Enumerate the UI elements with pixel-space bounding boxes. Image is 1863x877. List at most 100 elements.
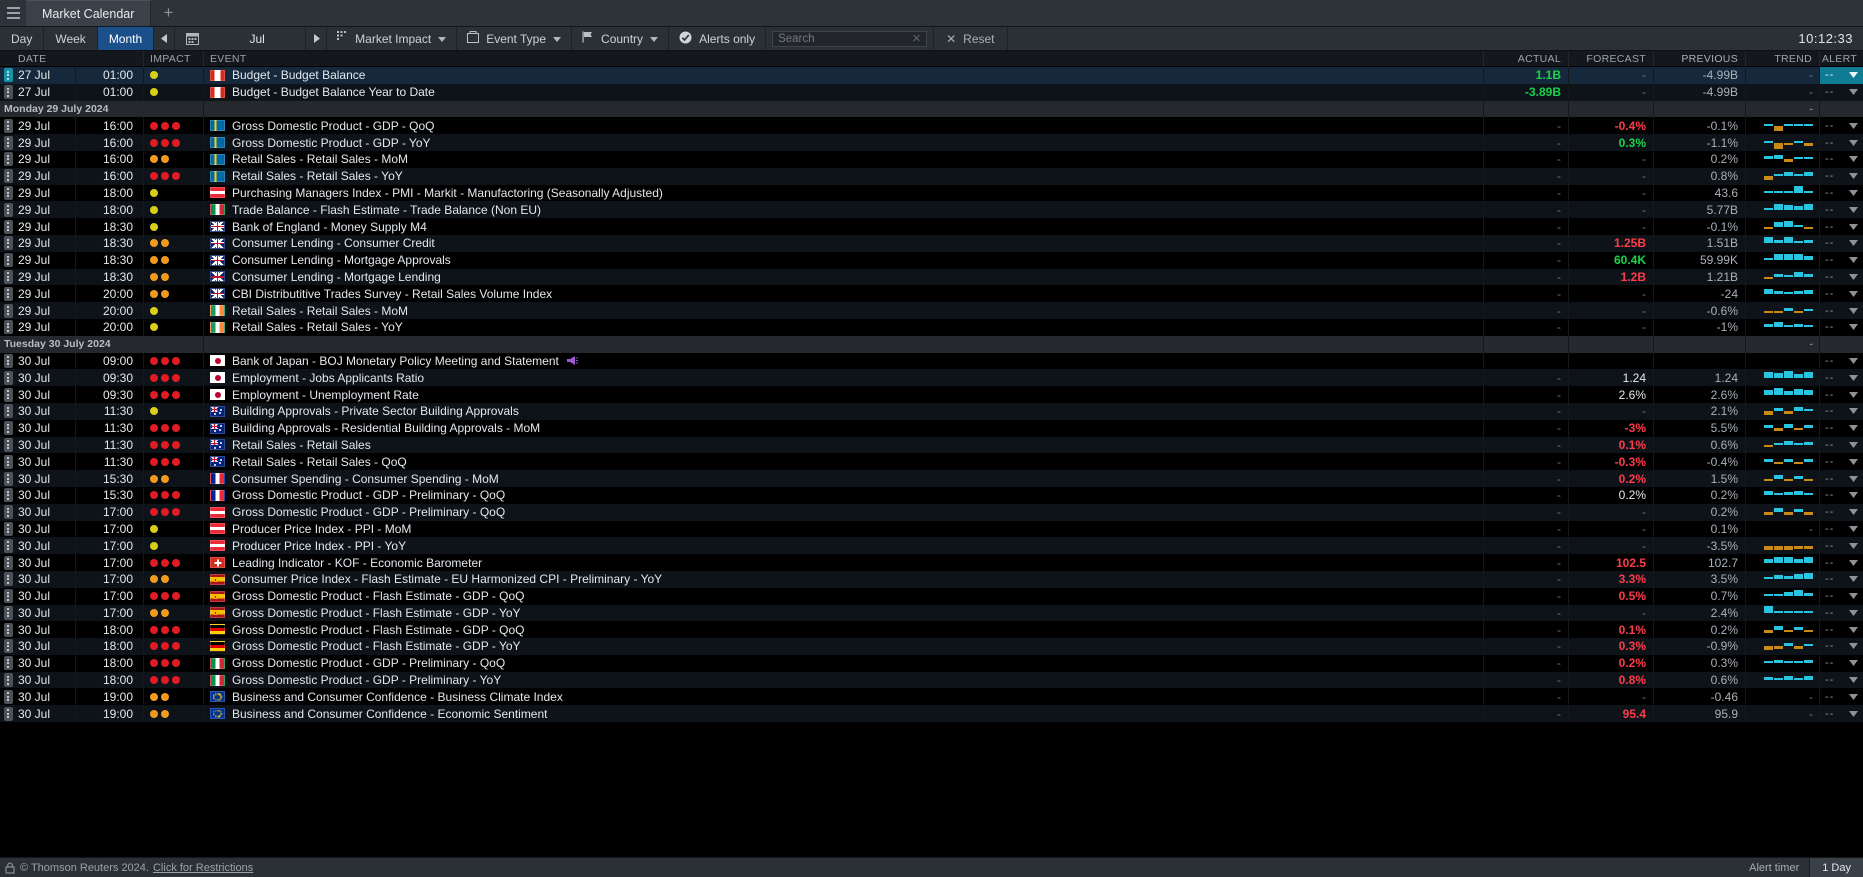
header-date[interactable]: DATE — [16, 50, 144, 67]
chevron-down-icon[interactable] — [1849, 222, 1858, 232]
table-row[interactable]: 30 Jul 17:00 Consumer Price Index - Flash … — [0, 570, 1863, 588]
event-type-filter[interactable]: Event Type — [457, 27, 573, 50]
table-row[interactable]: 30 Jul 19:00 Business and Consumer Confide… — [0, 688, 1863, 706]
header-event[interactable]: EVENT — [204, 50, 1484, 67]
table-row[interactable]: 30 Jul 17:00 Leading Indicator - KOF - Eco… — [0, 554, 1863, 571]
restrictions-link[interactable]: Click for Restrictions — [153, 862, 253, 874]
row-menu-icon[interactable] — [3, 152, 13, 167]
row-menu-icon[interactable] — [3, 169, 13, 184]
header-impact[interactable]: IMPACT — [144, 50, 204, 67]
cell-alert[interactable]: -- — [1820, 353, 1863, 370]
cell-alert[interactable]: -- — [1820, 168, 1863, 185]
row-menu-icon[interactable] — [3, 253, 13, 268]
cell-alert[interactable]: -- — [1820, 218, 1863, 235]
cell-alert[interactable]: -- — [1820, 269, 1863, 286]
row-menu-icon[interactable] — [3, 706, 13, 721]
chevron-down-icon[interactable] — [1849, 692, 1858, 702]
header-alert[interactable]: ALERT — [1820, 51, 1863, 67]
cell-alert[interactable]: -- — [1820, 453, 1863, 470]
table-row[interactable]: 30 Jul 18:00 Gross Domestic Product - Flas… — [0, 621, 1863, 639]
next-month-icon[interactable] — [306, 27, 328, 50]
table-row[interactable]: 30 Jul 17:00 Gross Domestic Product - Flas… — [0, 604, 1863, 622]
cell-alert[interactable]: -- — [1820, 420, 1863, 437]
chevron-down-icon[interactable] — [1849, 608, 1858, 618]
row-menu-icon[interactable] — [3, 421, 13, 436]
table-row[interactable]: 27 Jul 01:00 Budget - Budget Balance 1.1B - -… — [0, 67, 1863, 84]
row-menu-icon[interactable] — [3, 85, 13, 100]
table-row[interactable]: 29 Jul 20:00 Retail Sales - Retail Sales -… — [0, 302, 1863, 319]
chevron-down-icon[interactable] — [1849, 574, 1858, 584]
cell-alert[interactable]: -- — [1820, 437, 1863, 454]
table-row[interactable]: 30 Jul 11:30 Retail Sales - Retail Sales - 0… — [0, 436, 1863, 454]
table-row[interactable]: 30 Jul 19:00 Business and Consumer Confide… — [0, 705, 1863, 723]
row-menu-icon[interactable] — [3, 673, 13, 688]
table-row[interactable]: 29 Jul 18:00 Trade Balance - Flash Estimat… — [0, 201, 1863, 219]
cell-alert[interactable]: -- — [1820, 571, 1863, 588]
chevron-down-icon[interactable] — [1849, 238, 1858, 248]
chevron-down-icon[interactable] — [1849, 272, 1858, 282]
table-row[interactable]: 30 Jul 11:30 Building Approvals - Resident… — [0, 419, 1863, 437]
cell-alert[interactable]: -- — [1820, 554, 1863, 571]
clear-search-icon[interactable]: ✕ — [912, 32, 921, 45]
chevron-down-icon[interactable] — [1849, 675, 1858, 685]
row-menu-icon[interactable] — [3, 656, 13, 671]
row-menu-icon[interactable] — [3, 505, 13, 520]
cell-alert[interactable]: -- — [1820, 319, 1863, 336]
row-menu-icon[interactable] — [3, 68, 13, 83]
chevron-down-icon[interactable] — [1849, 457, 1858, 467]
table-row[interactable]: 30 Jul 18:00 Gross Domestic Product - GDP … — [0, 654, 1863, 672]
cell-alert[interactable]: -- — [1820, 386, 1863, 403]
chevron-down-icon[interactable] — [1849, 306, 1858, 316]
chevron-down-icon[interactable] — [1849, 373, 1858, 383]
cell-alert[interactable]: -- — [1820, 487, 1863, 504]
cell-alert[interactable]: -- — [1820, 403, 1863, 420]
cell-alert[interactable]: -- — [1820, 285, 1863, 302]
chevron-down-icon[interactable] — [1849, 507, 1858, 517]
cell-alert[interactable]: -- — [1820, 521, 1863, 538]
table-row[interactable]: 30 Jul 09:00 Bank of Japan - BOJ Monetary … — [0, 352, 1863, 370]
row-menu-icon[interactable] — [3, 454, 13, 469]
alert-timer-value[interactable]: 1 Day — [1809, 858, 1863, 877]
table-row[interactable]: 30 Jul 17:00 Producer Price Index - PPI - … — [0, 520, 1863, 538]
row-menu-icon[interactable] — [3, 689, 13, 704]
table-row[interactable]: 29 Jul 18:30 Consumer Lending - Mortgage A… — [0, 251, 1863, 269]
cell-alert[interactable]: -- — [1820, 134, 1863, 151]
cell-alert[interactable]: -- — [1820, 151, 1863, 168]
chevron-down-icon[interactable] — [1849, 322, 1858, 332]
chevron-down-icon[interactable] — [1849, 558, 1858, 568]
search-input[interactable]: Search ✕ — [772, 30, 928, 47]
table-row[interactable]: 30 Jul 09:30 Employment - Unemployment Rat… — [0, 386, 1863, 403]
row-menu-icon[interactable] — [3, 236, 13, 251]
chevron-down-icon[interactable] — [1849, 70, 1858, 80]
header-trend[interactable]: TREND — [1746, 50, 1820, 67]
chevron-down-icon[interactable] — [1849, 423, 1858, 433]
chevron-down-icon[interactable] — [1849, 154, 1858, 164]
chevron-down-icon[interactable] — [1849, 641, 1858, 651]
chevron-down-icon[interactable] — [1849, 188, 1858, 198]
chevron-down-icon[interactable] — [1849, 138, 1858, 148]
header-actual[interactable]: ACTUAL — [1484, 50, 1569, 67]
table-row[interactable]: 30 Jul 11:30 Retail Sales - Retail Sales -… — [0, 453, 1863, 471]
chevron-down-icon[interactable] — [1849, 205, 1858, 215]
chevron-down-icon[interactable] — [1849, 406, 1858, 416]
row-menu-icon[interactable] — [3, 622, 13, 637]
cell-alert[interactable]: -- — [1820, 84, 1863, 101]
cell-alert[interactable]: -- — [1820, 705, 1863, 722]
cell-alert[interactable]: -- — [1820, 605, 1863, 622]
view-day-button[interactable]: Day — [0, 27, 45, 50]
cell-alert[interactable]: -- — [1820, 688, 1863, 705]
chevron-down-icon[interactable] — [1849, 440, 1858, 450]
row-menu-icon[interactable] — [3, 202, 13, 217]
table-row[interactable]: 29 Jul 18:30 Consumer Lending - Mortgage L… — [0, 268, 1863, 286]
row-menu-icon[interactable] — [3, 219, 13, 234]
chevron-down-icon[interactable] — [1849, 541, 1858, 551]
view-week-button[interactable]: Week — [44, 27, 98, 50]
table-row[interactable]: 30 Jul 17:00 Gross Domestic Product - GDP … — [0, 503, 1863, 521]
table-row[interactable]: 30 Jul 17:00 Producer Price Index - PPI - … — [0, 537, 1863, 555]
chevron-down-icon[interactable] — [1849, 255, 1858, 265]
chevron-down-icon[interactable] — [1849, 356, 1858, 366]
chevron-down-icon[interactable] — [1849, 474, 1858, 484]
cell-alert[interactable]: -- — [1820, 201, 1863, 218]
row-menu-icon[interactable] — [3, 555, 13, 570]
cell-alert[interactable]: -- — [1820, 185, 1863, 202]
